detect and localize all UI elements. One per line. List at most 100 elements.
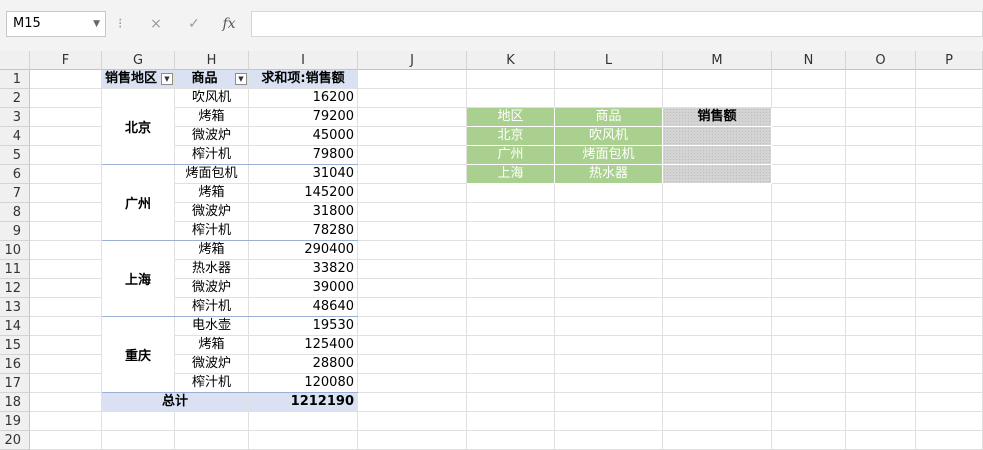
pivot-value-cell[interactable]: 79200	[249, 108, 358, 127]
lookup-sales-cell[interactable]	[663, 127, 772, 146]
cell-M19[interactable]	[663, 412, 772, 431]
select-all-corner[interactable]	[0, 51, 30, 70]
pivot-value-cell[interactable]: 78280	[249, 222, 358, 241]
lookup-region-cell[interactable]: 广州	[467, 146, 555, 165]
lookup-region-cell[interactable]: 上海	[467, 165, 555, 184]
pivot-value-cell[interactable]: 28800	[249, 355, 358, 374]
cell-K8[interactable]	[467, 203, 555, 222]
pivot-product-cell[interactable]: 烤面包机	[175, 165, 249, 184]
cell-O12[interactable]	[846, 279, 916, 298]
cell-J17[interactable]	[358, 374, 467, 393]
pivot-value-cell[interactable]: 45000	[249, 127, 358, 146]
cell-O16[interactable]	[846, 355, 916, 374]
row-header-5[interactable]: 5	[0, 146, 30, 165]
cell-O5[interactable]	[846, 146, 916, 165]
cell-L15[interactable]	[555, 336, 663, 355]
row-header-19[interactable]: 19	[0, 412, 30, 431]
cell-N8[interactable]	[772, 203, 846, 222]
cell-O2[interactable]	[846, 89, 916, 108]
cell-L18[interactable]	[555, 393, 663, 412]
pivot-value-cell[interactable]: 48640	[249, 298, 358, 317]
pivot-value-cell[interactable]: 145200	[249, 184, 358, 203]
cell-J4[interactable]	[358, 127, 467, 146]
pivot-region-cell[interactable]: 上海	[102, 241, 175, 317]
row-header-15[interactable]: 15	[0, 336, 30, 355]
pivot-region-cell[interactable]: 广州	[102, 165, 175, 241]
pivot-product-cell[interactable]: 微波炉	[175, 127, 249, 146]
cell-P19[interactable]	[916, 412, 983, 431]
cell-M9[interactable]	[663, 222, 772, 241]
cell-J8[interactable]	[358, 203, 467, 222]
cell-N12[interactable]	[772, 279, 846, 298]
cell-O9[interactable]	[846, 222, 916, 241]
cell-N19[interactable]	[772, 412, 846, 431]
region-filter-dropdown-icon[interactable]: ▼	[161, 73, 173, 85]
column-header-J[interactable]: J	[358, 51, 467, 70]
cell-F1[interactable]	[30, 70, 102, 89]
lookup-product-cell[interactable]: 烤面包机	[555, 146, 663, 165]
pivot-value-cell[interactable]: 16200	[249, 89, 358, 108]
pivot-product-cell[interactable]: 烤箱	[175, 336, 249, 355]
cell-M12[interactable]	[663, 279, 772, 298]
cell-P1[interactable]	[916, 70, 983, 89]
cell-M8[interactable]	[663, 203, 772, 222]
cell-N9[interactable]	[772, 222, 846, 241]
cell-N11[interactable]	[772, 260, 846, 279]
cell-L11[interactable]	[555, 260, 663, 279]
cell-F7[interactable]	[30, 184, 102, 203]
cell-N17[interactable]	[772, 374, 846, 393]
cell-O7[interactable]	[846, 184, 916, 203]
column-header-P[interactable]: P	[916, 51, 983, 70]
row-header-3[interactable]: 3	[0, 108, 30, 127]
cell-N1[interactable]	[772, 70, 846, 89]
row-header-10[interactable]: 10	[0, 241, 30, 260]
cell-J13[interactable]	[358, 298, 467, 317]
row-header-4[interactable]: 4	[0, 127, 30, 146]
pivot-value-cell[interactable]: 31800	[249, 203, 358, 222]
row-header-18[interactable]: 18	[0, 393, 30, 412]
cell-M10[interactable]	[663, 241, 772, 260]
cell-J18[interactable]	[358, 393, 467, 412]
cell-K2[interactable]	[467, 89, 555, 108]
row-header-11[interactable]: 11	[0, 260, 30, 279]
cell-M18[interactable]	[663, 393, 772, 412]
cell-N13[interactable]	[772, 298, 846, 317]
cell-O6[interactable]	[846, 165, 916, 184]
row-header-20[interactable]: 20	[0, 431, 30, 450]
cell-H19[interactable]	[175, 412, 249, 431]
pivot-value-cell[interactable]: 33820	[249, 260, 358, 279]
pivot-product-cell[interactable]: 吹风机	[175, 89, 249, 108]
pivot-value-cell[interactable]: 125400	[249, 336, 358, 355]
pivot-product-cell[interactable]: 微波炉	[175, 279, 249, 298]
cell-M11[interactable]	[663, 260, 772, 279]
cell-L9[interactable]	[555, 222, 663, 241]
cell-L17[interactable]	[555, 374, 663, 393]
cell-J15[interactable]	[358, 336, 467, 355]
cell-P17[interactable]	[916, 374, 983, 393]
pivot-product-cell[interactable]: 烤箱	[175, 241, 249, 260]
cell-M15[interactable]	[663, 336, 772, 355]
cell-N14[interactable]	[772, 317, 846, 336]
cell-L20[interactable]	[555, 431, 663, 450]
pivot-product-cell[interactable]: 榨汁机	[175, 374, 249, 393]
cell-J10[interactable]	[358, 241, 467, 260]
pivot-product-cell[interactable]: 烤箱	[175, 184, 249, 203]
cell-M14[interactable]	[663, 317, 772, 336]
cell-J3[interactable]	[358, 108, 467, 127]
column-header-K[interactable]: K	[467, 51, 555, 70]
pivot-product-cell[interactable]: 微波炉	[175, 203, 249, 222]
cell-J16[interactable]	[358, 355, 467, 374]
pivot-value-cell[interactable]: 19530	[249, 317, 358, 336]
cell-N16[interactable]	[772, 355, 846, 374]
row-header-2[interactable]: 2	[0, 89, 30, 108]
lookup-header-region[interactable]: 地区	[467, 108, 555, 127]
cell-P18[interactable]	[916, 393, 983, 412]
row-header-8[interactable]: 8	[0, 203, 30, 222]
column-header-M[interactable]: M	[663, 51, 772, 70]
cell-K13[interactable]	[467, 298, 555, 317]
pivot-value-cell[interactable]: 39000	[249, 279, 358, 298]
pivot-product-cell[interactable]: 榨汁机	[175, 222, 249, 241]
cell-M16[interactable]	[663, 355, 772, 374]
cell-P12[interactable]	[916, 279, 983, 298]
cell-N6[interactable]	[772, 165, 846, 184]
